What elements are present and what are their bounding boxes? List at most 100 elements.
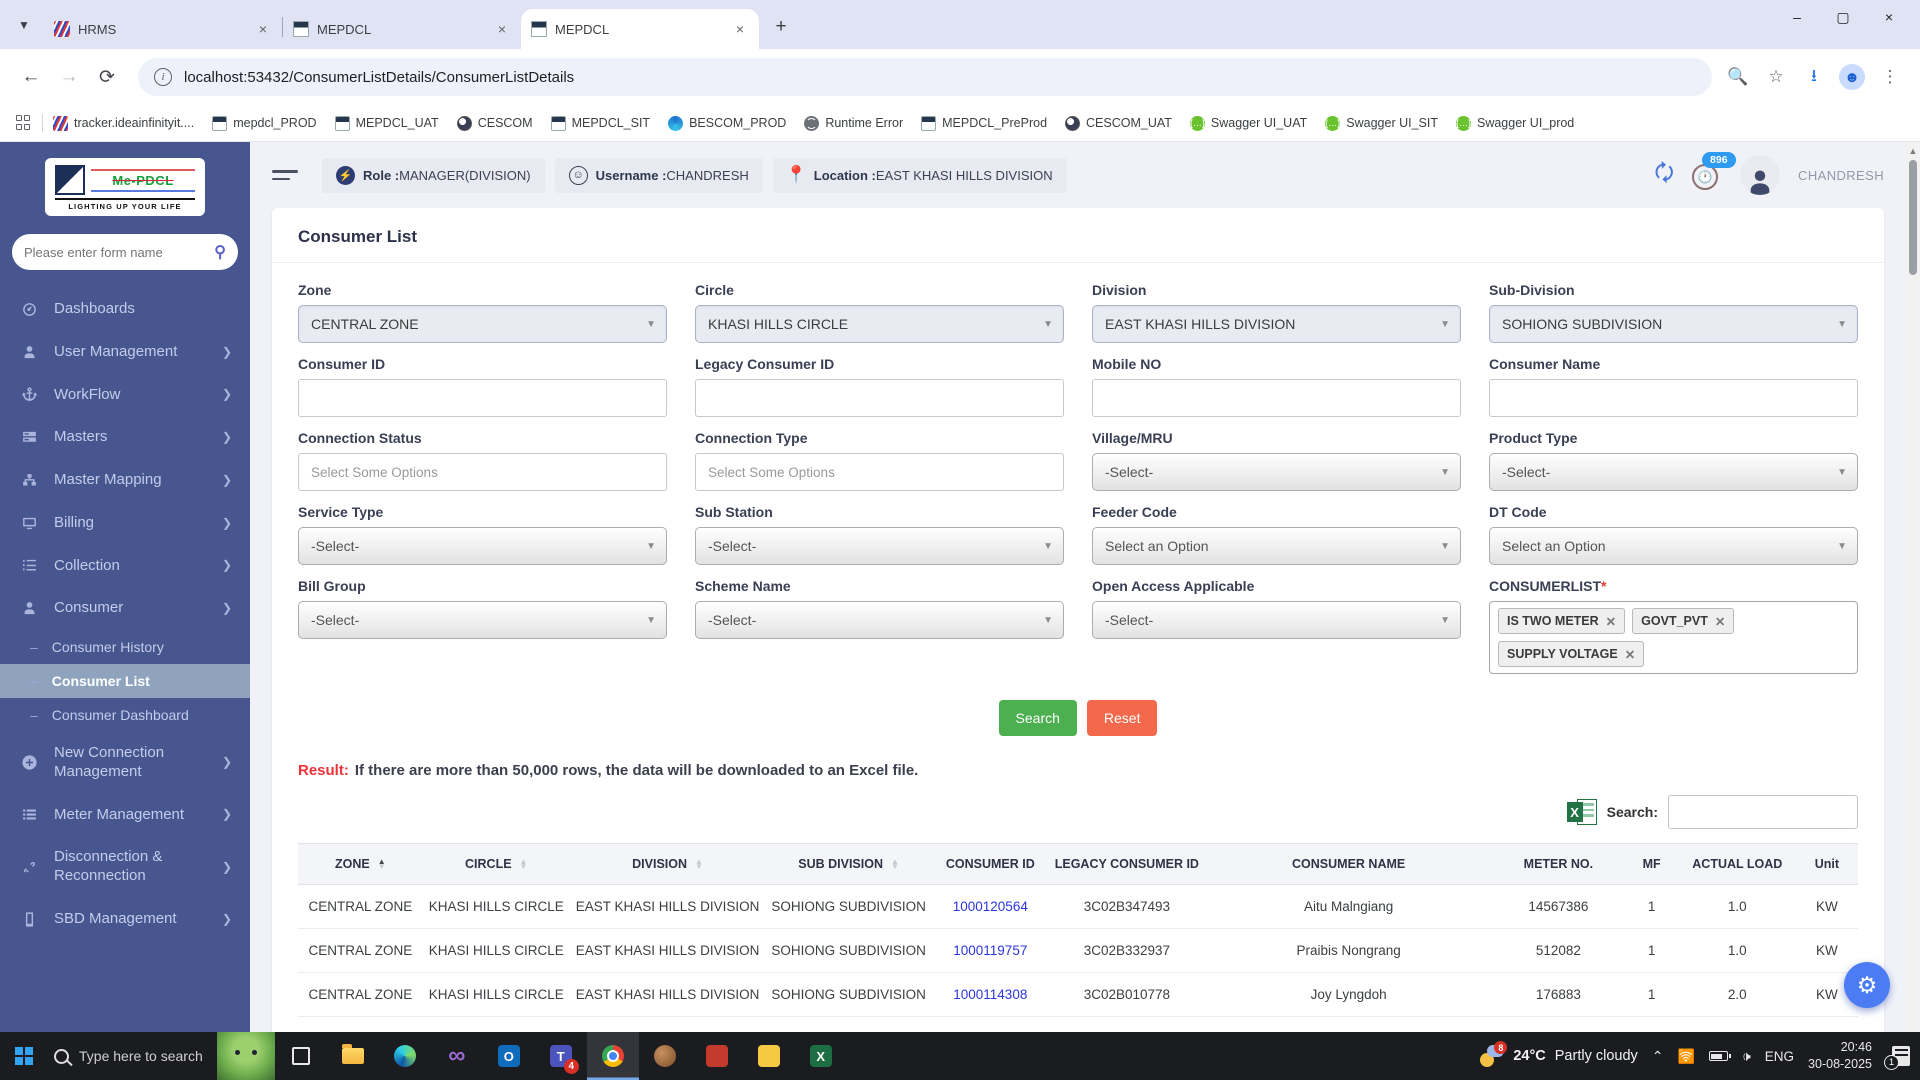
tab-close-icon[interactable]: ×	[731, 20, 749, 38]
file-explorer-button[interactable]	[327, 1032, 379, 1080]
sidebar-item-consumer-history[interactable]: – Consumer History	[0, 630, 250, 664]
connection-status-input[interactable]	[311, 465, 654, 480]
weather-widget[interactable]: 8 24°C Partly cloudy	[1478, 1045, 1637, 1067]
action-center-button[interactable]: 1	[1886, 1046, 1910, 1066]
bookmark-item[interactable]: CESCOM	[457, 116, 533, 131]
avatar[interactable]	[1740, 155, 1780, 195]
sidebar-item-consumer-dashboard[interactable]: – Consumer Dashboard	[0, 698, 250, 732]
apps-grid-icon[interactable]	[16, 115, 32, 131]
sidebar-item-user-management[interactable]: User Management ❯	[0, 331, 250, 374]
mobile-no-input[interactable]	[1105, 391, 1448, 406]
bookmark-star-icon[interactable]: ☆	[1760, 61, 1792, 93]
remove-tag-icon[interactable]: ✕	[1606, 614, 1616, 629]
col-unit[interactable]: Unit	[1796, 844, 1858, 885]
teams-button[interactable]: T4	[535, 1032, 587, 1080]
product-type-select[interactable]: -Select-▼	[1489, 453, 1858, 491]
bookmark-item[interactable]: tracker.ideainfinityit....	[53, 116, 194, 131]
col-division[interactable]: DIVISION▲▼	[570, 844, 766, 885]
wifi-icon[interactable]: 🛜	[1678, 1048, 1695, 1065]
bookmark-item[interactable]: Runtime Error	[804, 116, 903, 131]
consumer-name-input[interactable]	[1502, 391, 1845, 406]
red-app-button[interactable]	[691, 1032, 743, 1080]
connection-type-input[interactable]	[708, 465, 1051, 480]
sticky-notes-button[interactable]	[743, 1032, 795, 1080]
sidebar-item-consumer-list[interactable]: – Consumer List	[0, 664, 250, 698]
tab-hrms[interactable]: HRMS ×	[44, 9, 282, 49]
table-search-input[interactable]	[1668, 795, 1858, 829]
url-field[interactable]: i localhost:53432/ConsumerListDetails/Co…	[138, 58, 1712, 96]
scroll-up-icon[interactable]: ▲	[1909, 142, 1918, 158]
language-indicator[interactable]: ENG	[1765, 1049, 1794, 1064]
sidebar-item-disconnection-reconnection[interactable]: Disconnection & Reconnection ❯	[0, 836, 250, 898]
chrome-button[interactable]	[587, 1032, 639, 1080]
user-sync-icon[interactable]: 🗘	[1654, 156, 1674, 194]
dt-code-select[interactable]: Select an Option▼	[1489, 527, 1858, 565]
bookmark-item[interactable]: MEPDCL_PreProd	[921, 116, 1047, 131]
excel-button[interactable]: X	[795, 1032, 847, 1080]
circle-select[interactable]: KHASI HILLS CIRCLE▼	[695, 305, 1064, 343]
new-tab-button[interactable]: +	[767, 13, 795, 41]
maximize-button[interactable]: ▢	[1820, 0, 1866, 34]
minimize-button[interactable]: –	[1774, 0, 1820, 34]
tab-mepdcl-1[interactable]: MEPDCL ×	[283, 9, 521, 49]
chrome-menu-icon[interactable]: ⋮	[1874, 61, 1906, 93]
form-search-input[interactable]	[24, 245, 214, 260]
close-button[interactable]: ×	[1866, 0, 1912, 34]
settings-gear-fab[interactable]: ⚙	[1844, 962, 1890, 1008]
tab-search-chevron-icon[interactable]: ▼	[10, 11, 38, 39]
legacy-consumer-id-input[interactable]	[708, 391, 1051, 406]
village-mru-select[interactable]: -Select-▼	[1092, 453, 1461, 491]
pinned-avatar-image[interactable]	[217, 1032, 275, 1080]
site-info-icon[interactable]: i	[154, 68, 172, 86]
consumer-id-link[interactable]: 1000120564	[953, 899, 1028, 914]
session-timer[interactable]: 🕐 896	[1692, 160, 1722, 190]
sidebar-item-sbd-management[interactable]: SBD Management ❯	[0, 898, 250, 941]
bookmark-item[interactable]: CESCOM_UAT	[1065, 116, 1172, 131]
volume-icon[interactable]: 🕩	[1742, 1048, 1751, 1065]
bookmark-item[interactable]: BESCOM_PROD	[668, 116, 786, 131]
url-text[interactable]: localhost:53432/ConsumerListDetails/Cons…	[184, 69, 574, 86]
bookmark-item[interactable]: {…}Swagger UI_prod	[1456, 116, 1574, 131]
division-select[interactable]: EAST KHASI HILLS DIVISION▼	[1092, 305, 1461, 343]
sidebar-item-collection[interactable]: Collection ❯	[0, 545, 250, 588]
outlook-button[interactable]: O	[483, 1032, 535, 1080]
sidebar-item-consumer[interactable]: Consumer ❯	[0, 587, 250, 630]
sidebar-toggle-icon[interactable]	[272, 170, 298, 180]
tab-mepdcl-active[interactable]: MEPDCL ×	[521, 9, 759, 49]
col-circle[interactable]: CIRCLE▲▼	[423, 844, 570, 885]
taskbar-search[interactable]: Type here to search	[48, 1048, 217, 1064]
reload-icon[interactable]: ⟳	[90, 60, 124, 94]
sidebar-item-meter-management[interactable]: Meter Management ❯	[0, 794, 250, 837]
col-consumer-name[interactable]: CONSUMER NAME	[1205, 844, 1492, 885]
bookmark-item[interactable]: MEPDCL_SIT	[551, 116, 651, 131]
page-scrollbar[interactable]: ▲	[1906, 142, 1920, 1032]
back-icon[interactable]: ←	[14, 60, 48, 94]
col-consumer-id[interactable]: CONSUMER ID	[932, 844, 1049, 885]
sidebar-item-masters[interactable]: Masters ❯	[0, 416, 250, 459]
sidebar-item-new-connection-management[interactable]: New Connection Management ❯	[0, 732, 250, 794]
col-mf[interactable]: MF	[1624, 844, 1678, 885]
sub-station-select[interactable]: -Select-▼	[695, 527, 1064, 565]
remove-tag-icon[interactable]: ✕	[1625, 647, 1635, 662]
sidebar-item-master-mapping[interactable]: Master Mapping ❯	[0, 459, 250, 502]
battery-icon[interactable]	[1709, 1051, 1728, 1061]
zone-select[interactable]: CENTRAL ZONE▼	[298, 305, 667, 343]
tab-close-icon[interactable]: ×	[254, 20, 272, 38]
bookmark-item[interactable]: MEPDCL_UAT	[335, 116, 439, 131]
form-search-box[interactable]: ⚲	[12, 234, 238, 270]
downloads-icon[interactable]: ⭳	[1798, 61, 1830, 93]
subdivision-select[interactable]: SOHIONG SUBDIVISION▼	[1489, 305, 1858, 343]
tray-chevron-icon[interactable]: ⌃	[1652, 1048, 1664, 1065]
reset-button[interactable]: Reset	[1087, 700, 1158, 736]
consumer-id-link[interactable]: 1000117713	[953, 1031, 1027, 1032]
start-button[interactable]	[0, 1032, 48, 1080]
open-access-select[interactable]: -Select-▼	[1092, 601, 1461, 639]
edge-button[interactable]	[379, 1032, 431, 1080]
dbeaver-button[interactable]	[639, 1032, 691, 1080]
tab-close-icon[interactable]: ×	[493, 20, 511, 38]
consumer-id-link[interactable]: 1000114308	[953, 987, 1027, 1002]
col-sub-division[interactable]: SUB DIVISION▲▼	[765, 844, 932, 885]
consumer-id-link[interactable]: 1000119757	[953, 943, 1027, 958]
sidebar-item-workflow[interactable]: WorkFlow ❯	[0, 374, 250, 417]
consumer-id-input[interactable]	[311, 391, 654, 406]
